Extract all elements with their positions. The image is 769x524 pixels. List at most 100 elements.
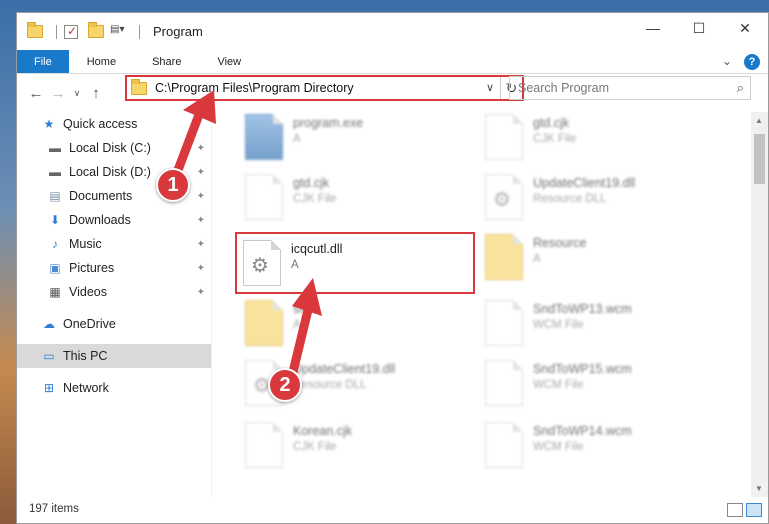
view-toggle (727, 503, 762, 517)
file-name: SndToWP15.wcm (533, 362, 632, 376)
drive-icon: ▬ (49, 141, 61, 155)
address-bar[interactable]: C:\Program Files\Program Directory ∨ ↻ (125, 75, 524, 101)
file-item[interactable]: Resource A (485, 234, 715, 290)
status-bar: 197 items (17, 495, 768, 523)
document-icon (245, 174, 283, 220)
dll-icon (243, 240, 281, 286)
sidebar-item-music[interactable]: ♪ Music ✦ (17, 232, 211, 256)
file-item[interactable]: gtd.cjk CJK File (245, 174, 475, 230)
file-item[interactable]: UpdateClient19.dll Resource DLL (485, 174, 715, 230)
sidebar-item-label: OneDrive (63, 317, 116, 331)
sidebar-item-onedrive[interactable]: ☁ OneDrive (17, 312, 211, 336)
vertical-scrollbar[interactable]: ▲ ▼ (751, 112, 768, 497)
back-arrow-icon[interactable]: ← (25, 85, 47, 102)
file-type: WCM File (533, 441, 584, 453)
new-folder-icon[interactable] (88, 22, 104, 38)
properties-icon[interactable] (64, 24, 78, 39)
minimize-button[interactable]: — (630, 13, 676, 43)
file-item[interactable]: sfd A (245, 300, 475, 356)
sidebar-item-label: Pictures (69, 261, 115, 275)
sidebar-item-label: This PC (63, 349, 108, 363)
title-bar: ▤▾ Program — ☐ ✕ (17, 13, 768, 50)
up-arrow-icon[interactable]: ↑ (85, 85, 107, 102)
file-name: Resource (533, 236, 587, 250)
file-name: Korean.cjk (293, 424, 353, 438)
file-name: sfd (293, 302, 310, 316)
sidebar-item-this-pc[interactable]: ▭ This PC (17, 344, 211, 368)
customize-toolbar-icon[interactable]: ▤▾ (110, 24, 126, 40)
sidebar-item-label: Documents (69, 189, 133, 203)
folder-icon (131, 78, 147, 95)
search-input[interactable]: Search Program ⌕ (509, 76, 751, 100)
file-item[interactable]: program.exe A (245, 114, 475, 170)
scroll-down-icon[interactable]: ▼ (755, 484, 763, 493)
folder-icon (27, 22, 43, 38)
tab-file[interactable]: File (17, 50, 69, 73)
file-item[interactable]: gtd.cjk CJK File (485, 114, 715, 170)
sidebar-item-label: Videos (69, 285, 107, 299)
maximize-button[interactable]: ☐ (676, 13, 722, 43)
tab-share[interactable]: Share (134, 50, 199, 73)
sidebar-item-label: Downloads (69, 213, 131, 227)
forward-arrow-icon[interactable]: → (47, 85, 69, 102)
pin-icon[interactable]: ✦ (197, 287, 205, 298)
sidebar-item-local-disk-c[interactable]: ▬ Local Disk (C:) ✦ (17, 136, 211, 160)
pin-icon[interactable]: ✦ (197, 263, 205, 274)
details-view-icon[interactable] (727, 503, 743, 517)
tab-home[interactable]: Home (69, 50, 134, 73)
tiles-view-icon[interactable] (746, 503, 762, 517)
file-name: gtd.cjk (293, 176, 330, 190)
sidebar-item-network[interactable]: ⊞ Network (17, 376, 211, 400)
sidebar-item-downloads[interactable]: ⬇ Downloads ✦ (17, 208, 211, 232)
drive-icon: ▬ (49, 165, 61, 179)
step-badge-1: 1 (156, 168, 190, 202)
chevron-down-icon[interactable]: ∨ (486, 81, 494, 94)
ribbon-right-controls: ⌄ ? (722, 54, 760, 70)
pane-divider[interactable] (211, 112, 212, 497)
pin-icon[interactable]: ✦ (197, 143, 205, 154)
close-button[interactable]: ✕ (722, 13, 768, 43)
tab-view[interactable]: View (199, 50, 259, 73)
scrollbar-thumb[interactable] (754, 134, 765, 184)
pin-icon[interactable]: ✦ (197, 191, 205, 202)
help-icon[interactable]: ? (744, 54, 760, 70)
sidebar-item-quick-access[interactable]: ★ Quick access (17, 112, 211, 136)
item-count: 197 items (29, 503, 79, 515)
file-item[interactable]: SndToWP14.wcm WCM File (485, 422, 715, 478)
file-type: Resource DLL (293, 379, 367, 391)
scroll-up-icon[interactable]: ▲ (755, 116, 763, 125)
pin-icon[interactable]: ✦ (197, 215, 205, 226)
file-type: WCM File (533, 379, 584, 391)
file-type: WCM File (533, 319, 584, 331)
window-controls: — ☐ ✕ (630, 13, 768, 43)
executable-icon (245, 114, 283, 160)
file-name: UpdateClient19.dll (533, 176, 636, 190)
search-icon[interactable]: ⌕ (737, 80, 744, 96)
file-item[interactable]: SndToWP13.wcm WCM File (485, 300, 715, 356)
expand-ribbon-icon[interactable]: ⌄ (722, 54, 732, 70)
document-icon (485, 360, 523, 406)
dll-icon (485, 174, 523, 220)
document-icon (485, 300, 523, 346)
sidebar-item-label: Music (69, 237, 102, 251)
explorer-window: ▤▾ Program — ☐ ✕ File Home Share View ⌄ … (16, 12, 769, 524)
folder-icon (485, 234, 523, 280)
toolbar-separator (139, 24, 140, 39)
file-type: Resource DLL (533, 193, 607, 205)
file-item-icqcutl-dll[interactable]: icqcutl.dll A (235, 232, 475, 294)
file-name: SndToWP13.wcm (533, 302, 632, 316)
sidebar-item-label: Local Disk (C:) (69, 141, 151, 155)
pin-icon[interactable]: ✦ (197, 239, 205, 250)
sidebar-item-label: Network (63, 381, 109, 395)
sidebar-item-videos[interactable]: ▦ Videos ✦ (17, 280, 211, 304)
file-item[interactable]: SndToWP15.wcm WCM File (485, 360, 715, 416)
recent-locations-chevron-icon[interactable]: ∨ (69, 88, 85, 99)
address-path: C:\Program Files\Program Directory (155, 81, 354, 95)
pin-icon[interactable]: ✦ (197, 167, 205, 178)
file-item[interactable]: Korean.cjk CJK File (245, 422, 475, 478)
sidebar-item-pictures[interactable]: ▣ Pictures ✦ (17, 256, 211, 280)
document-icon (245, 422, 283, 468)
